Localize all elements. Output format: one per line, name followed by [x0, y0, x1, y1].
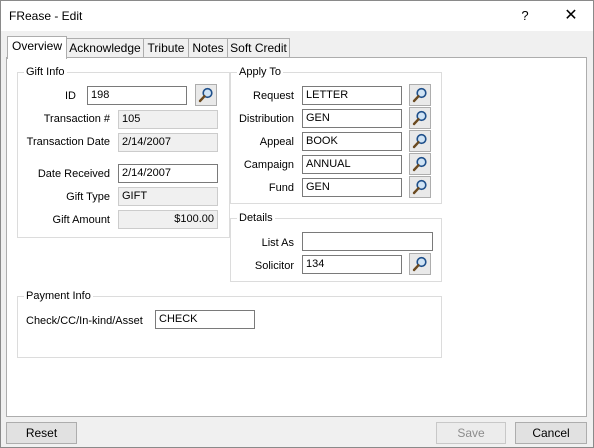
campaign-label: Campaign — [243, 159, 294, 171]
payment-info-group: Payment Info Check/CC/In-kind/Asset CHEC… — [17, 289, 442, 358]
solicitor-lookup-button[interactable] — [409, 253, 431, 275]
id-field[interactable]: 198 — [87, 86, 187, 105]
tab-acknowledge[interactable]: Acknowledge — [66, 38, 144, 58]
tab-notes[interactable]: Notes — [188, 38, 228, 58]
magnifier-icon — [412, 156, 427, 172]
tab-overview[interactable]: Overview — [7, 36, 67, 59]
distribution-lookup-button[interactable] — [409, 107, 431, 129]
gift-amount-label: Gift Amount — [52, 214, 110, 226]
request-field[interactable]: LETTER — [302, 86, 402, 105]
gift-type-field: GIFT — [118, 187, 218, 206]
fund-lookup-button[interactable] — [409, 176, 431, 198]
apply-to-group: Apply To Request LETTER Distribution GEN… — [230, 65, 442, 204]
magnifier-icon — [412, 133, 427, 149]
edit-dialog: FRease - Edit ? ✕ Overview Acknowledge T… — [0, 0, 594, 448]
tab-soft-credit[interactable]: Soft Credit — [227, 38, 290, 58]
magnifier-icon — [412, 110, 427, 126]
list-as-field[interactable] — [302, 232, 433, 251]
distribution-label: Distribution — [238, 113, 294, 125]
apply-to-label: Apply To — [237, 65, 283, 79]
payment-info-label: Payment Info — [24, 289, 93, 303]
close-button[interactable]: ✕ — [557, 1, 585, 31]
overview-panel: Gift Info ID 198 Transaction # 105 Trans… — [6, 57, 587, 417]
fund-field[interactable]: GEN — [302, 178, 402, 197]
magnifier-icon — [412, 256, 427, 272]
reset-button[interactable]: Reset — [6, 422, 77, 444]
transaction-date-label: Transaction Date — [26, 136, 110, 148]
title-bar: FRease - Edit ? ✕ — [1, 1, 593, 31]
gift-type-label: Gift Type — [66, 191, 110, 203]
check-cc-field[interactable]: CHECK — [155, 310, 255, 329]
magnifier-icon — [412, 87, 427, 103]
list-as-label: List As — [261, 237, 294, 249]
fund-label: Fund — [268, 182, 294, 194]
request-label: Request — [253, 90, 294, 102]
help-button[interactable]: ? — [513, 1, 537, 31]
id-label: ID — [65, 90, 76, 102]
details-label: Details — [237, 211, 275, 225]
gift-info-label: Gift Info — [24, 65, 67, 79]
solicitor-label: Solicitor — [254, 260, 294, 272]
check-cc-label: Check/CC/In-kind/Asset — [26, 315, 143, 327]
magnifier-icon — [412, 179, 427, 195]
gift-amount-field: $100.00 — [118, 210, 218, 229]
transaction-number-field: 105 — [118, 110, 218, 129]
id-lookup-button[interactable] — [195, 84, 217, 106]
details-group: Details List As Solicitor 134 — [230, 211, 442, 282]
appeal-label: Appeal — [259, 136, 294, 148]
distribution-field[interactable]: GEN — [302, 109, 402, 128]
transaction-date-field: 2/14/2007 — [118, 133, 218, 152]
date-received-label: Date Received — [37, 168, 110, 180]
solicitor-field[interactable]: 134 — [302, 255, 402, 274]
request-lookup-button[interactable] — [409, 84, 431, 106]
gift-info-group: Gift Info ID 198 Transaction # 105 Trans… — [17, 65, 230, 238]
cancel-button[interactable]: Cancel — [515, 422, 587, 444]
appeal-field[interactable]: BOOK — [302, 132, 402, 151]
date-received-field[interactable]: 2/14/2007 — [118, 164, 218, 183]
appeal-lookup-button[interactable] — [409, 130, 431, 152]
window-title: FRease - Edit — [9, 9, 83, 23]
transaction-number-label: Transaction # — [43, 113, 110, 125]
save-button[interactable]: Save — [436, 422, 506, 444]
tab-tribute[interactable]: Tribute — [143, 38, 189, 58]
magnifier-icon — [198, 87, 213, 103]
campaign-field[interactable]: ANNUAL — [302, 155, 402, 174]
campaign-lookup-button[interactable] — [409, 153, 431, 175]
